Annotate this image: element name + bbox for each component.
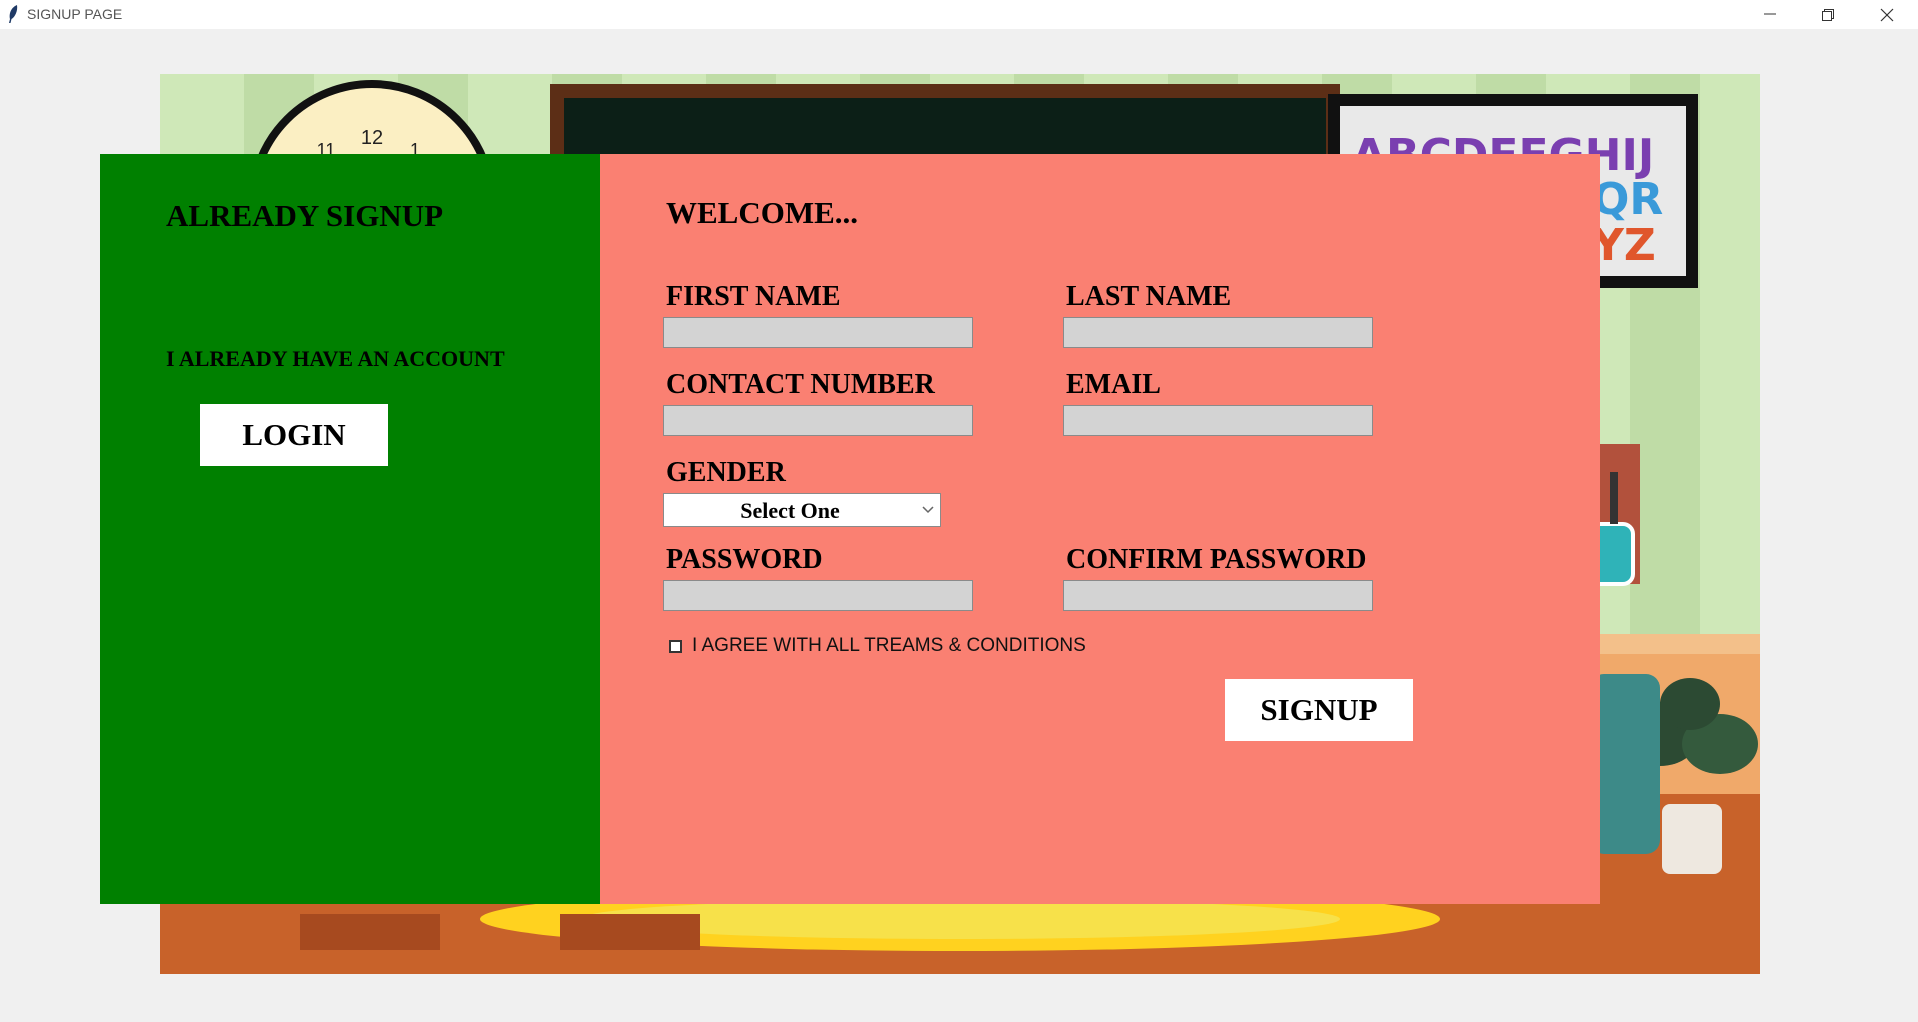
svg-text:12: 12 — [361, 127, 383, 149]
login-button[interactable]: LOGIN — [200, 404, 388, 466]
svg-text:YZ: YZ — [1591, 220, 1656, 271]
login-panel: ALREADY SIGNUP I ALREADY HAVE AN ACCOUNT… — [100, 154, 600, 904]
feather-icon — [9, 5, 18, 23]
welcome-heading: WELCOME... — [666, 195, 859, 230]
gender-label: GENDER — [666, 457, 786, 488]
email-label: EMAIL — [1066, 369, 1161, 400]
last-name-label: LAST NAME — [1066, 281, 1232, 312]
gender-selected-value: Select One — [740, 498, 840, 523]
password-field[interactable] — [663, 580, 973, 611]
restore-icon — [1822, 9, 1834, 21]
signup-form: WELCOME... FIRST NAME LAST NAME CONTACT … — [600, 154, 1600, 904]
terms-checkbox[interactable] — [669, 640, 682, 653]
gender-dropdown[interactable]: Select One — [663, 493, 941, 527]
minimize-button[interactable] — [1741, 0, 1799, 29]
chevron-down-icon — [922, 506, 934, 514]
account-prompt: I ALREADY HAVE AN ACCOUNT — [166, 346, 505, 371]
window-title: SIGNUP PAGE — [27, 6, 123, 22]
contact-number-field[interactable] — [663, 405, 973, 436]
minimize-icon — [1764, 13, 1776, 15]
contact-number-label: CONTACT NUMBER — [666, 369, 935, 400]
email-field[interactable] — [1063, 405, 1373, 436]
close-icon — [1880, 8, 1894, 22]
confirm-password-label: CONFIRM PASSWORD — [1066, 544, 1367, 575]
panel-title: ALREADY SIGNUP — [166, 198, 444, 233]
terms-label: I AGREE WITH ALL TREAMS & CONDITIONS — [692, 635, 1086, 656]
signup-button[interactable]: SIGNUP — [1225, 679, 1413, 741]
confirm-password-field[interactable] — [1063, 580, 1373, 611]
last-name-field[interactable] — [1063, 317, 1373, 348]
svg-text:QR: QR — [1592, 174, 1663, 225]
close-button[interactable] — [1858, 0, 1916, 29]
password-label: PASSWORD — [666, 544, 823, 575]
first-name-field[interactable] — [663, 317, 973, 348]
restore-button[interactable] — [1799, 0, 1857, 29]
title-bar: SIGNUP PAGE — [0, 0, 1918, 29]
first-name-label: FIRST NAME — [666, 281, 841, 312]
